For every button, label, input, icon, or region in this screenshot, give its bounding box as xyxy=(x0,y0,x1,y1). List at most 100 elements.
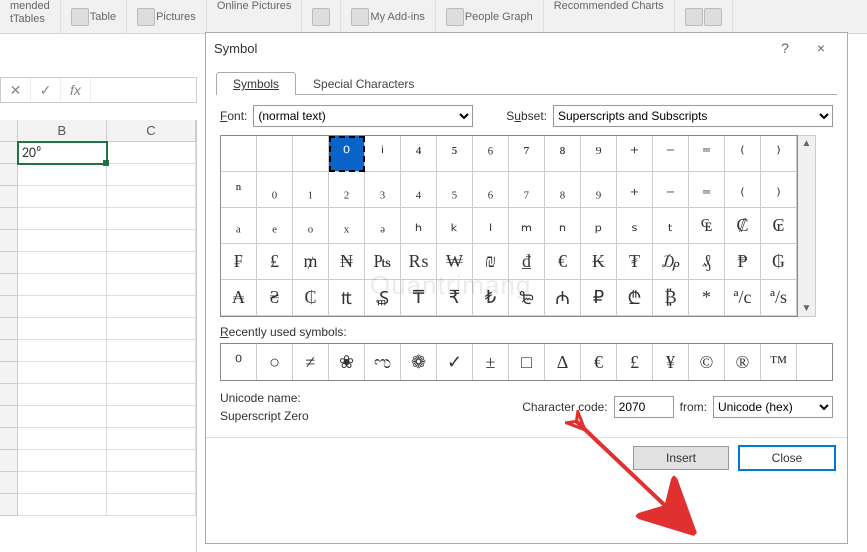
symbol-cell[interactable] xyxy=(293,136,329,172)
symbol-cell[interactable]: ₳ xyxy=(221,280,257,316)
symbol-cell[interactable]: ₶ xyxy=(329,280,365,316)
symbol-cell[interactable]: ₯ xyxy=(653,244,689,280)
symbol-cell[interactable]: ₲ xyxy=(761,244,797,280)
symbol-cell[interactable]: ₧ xyxy=(365,244,401,280)
symbol-cell[interactable]: ₮ xyxy=(617,244,653,280)
cell[interactable] xyxy=(107,428,196,450)
symbol-cell[interactable]: ₩ xyxy=(437,244,473,280)
ribbon-group-table[interactable]: Table xyxy=(61,0,127,33)
recent-symbol-cell[interactable]: ⁰ xyxy=(221,344,257,380)
cell[interactable] xyxy=(107,472,196,494)
subset-select[interactable]: Superscripts and Subscripts xyxy=(553,105,833,127)
symbol-cell[interactable]: ₕ xyxy=(401,208,437,244)
symbol-cell[interactable]: ₷ xyxy=(365,280,401,316)
symbol-cell[interactable]: ₪ xyxy=(473,244,509,280)
recent-symbol-cell[interactable]: ™ xyxy=(761,344,797,380)
recent-symbol-cell[interactable]: ❀ xyxy=(329,344,365,380)
symbol-cell[interactable]: ⁱ xyxy=(365,136,401,172)
symbol-cell[interactable]: ⁺ xyxy=(617,136,653,172)
ribbon-group-charts[interactable]: Recommended Charts xyxy=(544,0,675,33)
symbol-cell[interactable]: ₽ xyxy=(581,280,617,316)
ribbon-label[interactable]: mended xyxy=(10,0,50,12)
cell[interactable] xyxy=(18,340,107,362)
cell[interactable] xyxy=(107,406,196,428)
symbol-cell[interactable]: ₦ xyxy=(329,244,365,280)
ribbon-label[interactable]: tTables xyxy=(10,13,50,25)
symbol-cell[interactable]: ₭ xyxy=(581,244,617,280)
ribbon-group-addins[interactable]: My Add-ins xyxy=(341,0,435,33)
tab-symbols[interactable]: Symbols xyxy=(216,72,296,95)
recent-symbol-cell[interactable]: £ xyxy=(617,344,653,380)
symbol-cell[interactable]: ₀ xyxy=(257,172,293,208)
cell[interactable] xyxy=(107,296,196,318)
worksheet[interactable]: B C 20⁰ xyxy=(0,120,197,552)
symbol-cell[interactable]: * xyxy=(689,280,725,316)
cancel-entry-icon[interactable]: ✕ xyxy=(1,78,31,102)
recent-symbol-cell[interactable]: ಌ xyxy=(365,344,401,380)
symbol-cell[interactable]: ₫ xyxy=(509,244,545,280)
symbol-cell[interactable]: ₃ xyxy=(365,172,401,208)
recent-symbol-cell[interactable]: □ xyxy=(509,344,545,380)
symbol-cell[interactable]: ₼ xyxy=(545,280,581,316)
cell[interactable] xyxy=(18,186,107,208)
symbol-cell[interactable]: ⁶ xyxy=(473,136,509,172)
recent-symbol-cell[interactable]: ¥ xyxy=(653,344,689,380)
recent-symbol-cell[interactable]: ❁ xyxy=(401,344,437,380)
symbol-cell[interactable]: ₈ xyxy=(545,172,581,208)
ribbon-group-people-graph[interactable]: People Graph xyxy=(436,0,544,33)
symbol-cell[interactable] xyxy=(221,136,257,172)
symbol-cell[interactable]: ₛ xyxy=(617,208,653,244)
cell[interactable] xyxy=(107,362,196,384)
symbol-cell[interactable]: ₅ xyxy=(437,172,473,208)
symbol-cell[interactable]: ₉ xyxy=(581,172,617,208)
cell[interactable] xyxy=(18,384,107,406)
ribbon-group-chart-icons[interactable] xyxy=(675,0,733,33)
symbol-cell[interactable]: ₑ xyxy=(257,208,293,244)
symbol-cell[interactable]: ₸ xyxy=(401,280,437,316)
cell[interactable] xyxy=(107,450,196,472)
cell[interactable] xyxy=(18,296,107,318)
cell-c1[interactable] xyxy=(107,142,196,164)
cell[interactable] xyxy=(18,274,107,296)
symbol-cell[interactable]: ₵ xyxy=(293,280,329,316)
ribbon-group-online-pictures[interactable]: Online Pictures xyxy=(207,0,303,33)
cell[interactable] xyxy=(18,230,107,252)
cell[interactable] xyxy=(107,384,196,406)
symbol-cell[interactable]: ₒ xyxy=(293,208,329,244)
symbol-cell[interactable]: ₐ xyxy=(221,208,257,244)
symbol-cell[interactable]: ₁ xyxy=(293,172,329,208)
cell[interactable] xyxy=(107,208,196,230)
symbol-cell[interactable]: ₴ xyxy=(257,280,293,316)
dialog-titlebar[interactable]: Symbol ? × xyxy=(206,33,847,63)
symbol-cell[interactable]: ₚ xyxy=(581,208,617,244)
recent-symbol-cell[interactable]: € xyxy=(581,344,617,380)
close-icon[interactable]: × xyxy=(803,33,839,63)
cell[interactable] xyxy=(18,494,107,516)
font-select[interactable]: (normal text) xyxy=(253,105,473,127)
recent-symbol-cell[interactable]: ○ xyxy=(257,344,293,380)
symbol-cell[interactable]: ₾ xyxy=(617,280,653,316)
cell[interactable] xyxy=(18,164,107,186)
from-select[interactable]: Unicode (hex) xyxy=(713,396,833,418)
symbol-cell[interactable]: ₆ xyxy=(473,172,509,208)
symbol-cell[interactable]: ⁼ xyxy=(689,136,725,172)
symbol-cell[interactable]: ₱ xyxy=(725,244,761,280)
cell[interactable] xyxy=(107,494,196,516)
cell[interactable] xyxy=(18,406,107,428)
symbol-cell[interactable]: ª/c xyxy=(725,280,761,316)
recent-symbol-cell[interactable]: ® xyxy=(725,344,761,380)
scroll-down-icon[interactable]: ▼ xyxy=(802,301,812,316)
cell[interactable] xyxy=(107,340,196,362)
col-header-c[interactable]: C xyxy=(107,120,196,142)
select-all-corner[interactable] xyxy=(0,120,18,142)
cell[interactable] xyxy=(107,186,196,208)
cell[interactable] xyxy=(107,230,196,252)
symbol-cell[interactable] xyxy=(257,136,293,172)
symbol-cell[interactable]: ₹ xyxy=(437,280,473,316)
cell[interactable] xyxy=(107,274,196,296)
cell[interactable] xyxy=(107,252,196,274)
symbol-cell[interactable]: ₍ xyxy=(725,172,761,208)
symbol-cell[interactable]: ₡ xyxy=(725,208,761,244)
cell-b1[interactable]: 20⁰ xyxy=(18,142,107,164)
symbol-cell[interactable]: ª/s xyxy=(761,280,797,316)
